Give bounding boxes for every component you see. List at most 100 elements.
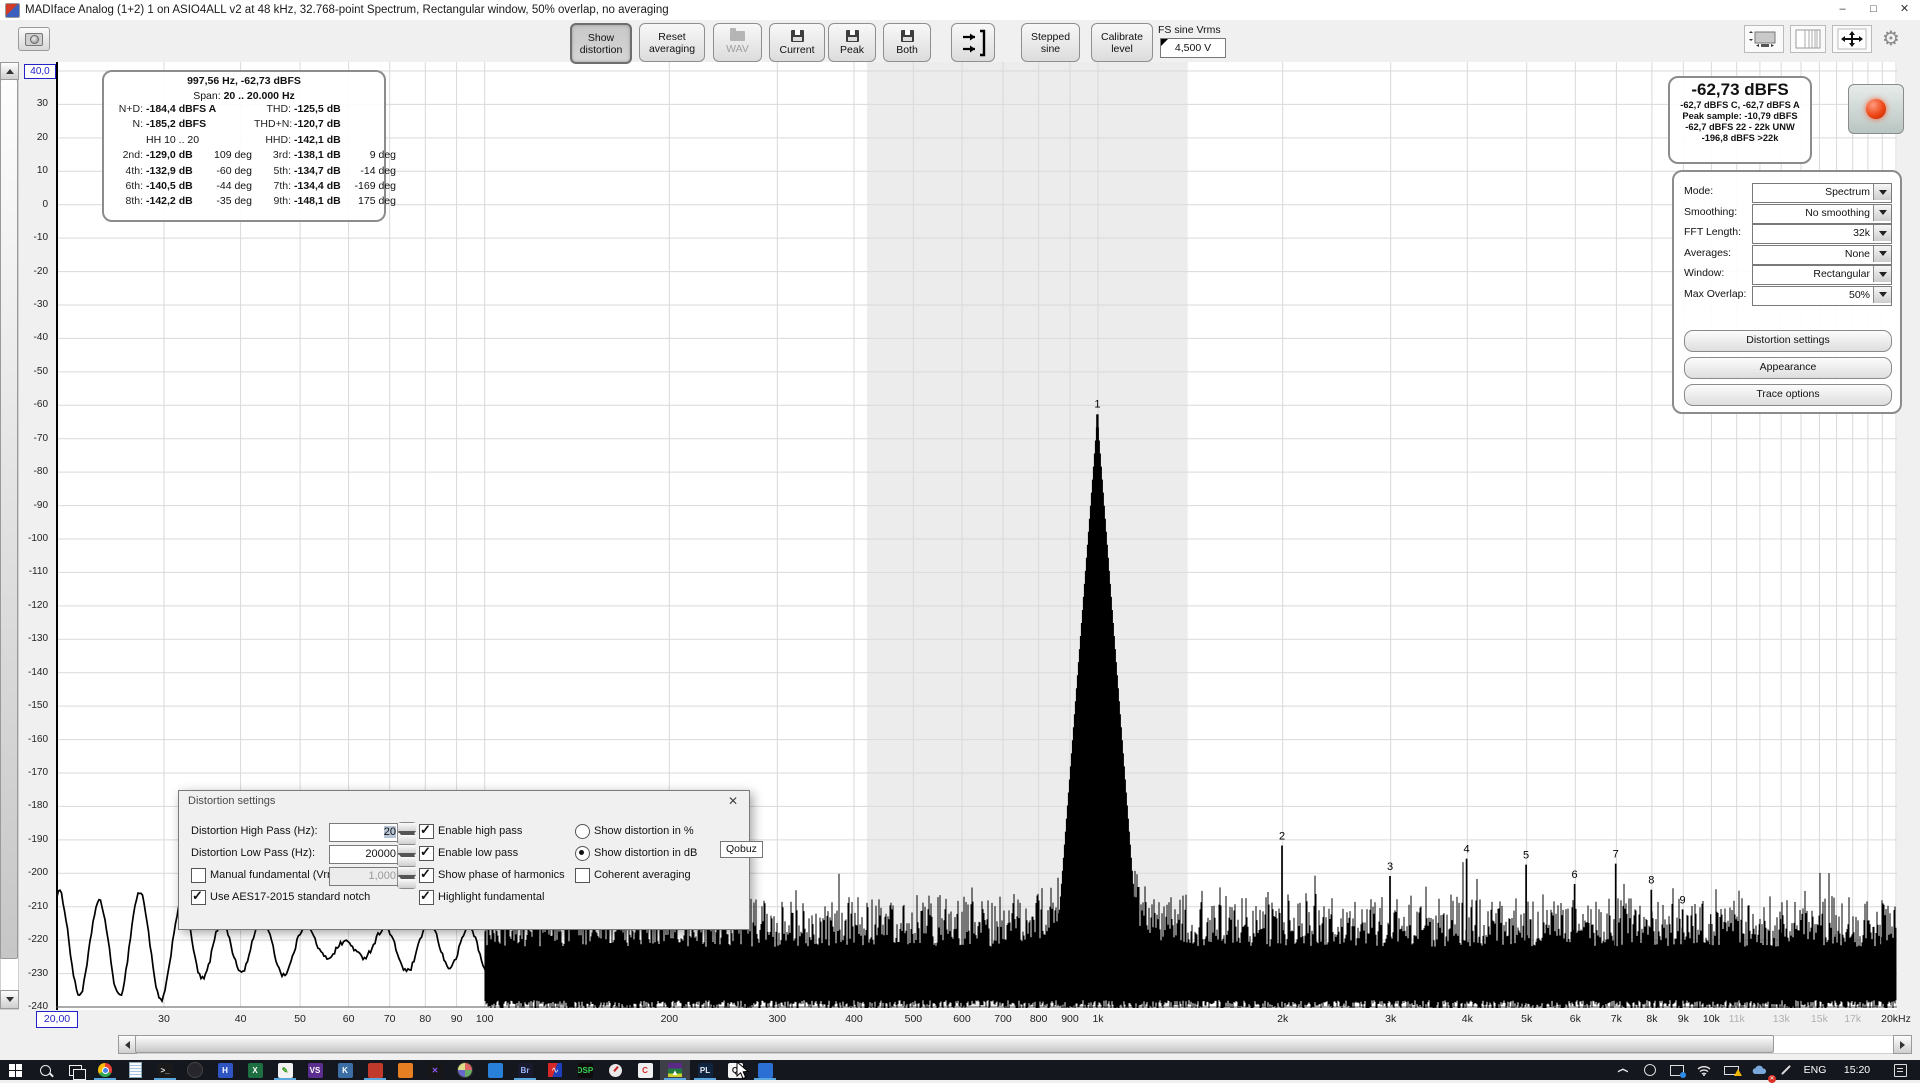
notifications-icon[interactable]	[1886, 1060, 1914, 1080]
search-icon	[40, 1065, 51, 1076]
taskbar-item-notepad[interactable]	[120, 1060, 150, 1080]
taskbar-item-task-view[interactable]	[60, 1060, 90, 1080]
close-button[interactable]: ✕	[1889, 0, 1920, 20]
appearance-button[interactable]: Appearance	[1684, 357, 1892, 379]
taskbar-item-installer[interactable]	[390, 1060, 420, 1080]
stepped-sine-button[interactable]: Steppedsine	[1021, 23, 1080, 62]
taskbar-item-github[interactable]	[180, 1060, 210, 1080]
stat-cell: -134,4 dB	[294, 179, 354, 194]
taskbar-item-visual-studio[interactable]: VS	[300, 1060, 330, 1080]
y-tick-label: -60	[14, 399, 48, 410]
save-peak-button[interactable]: Peak	[828, 23, 876, 62]
cloud-error-icon[interactable]: ✕	[1746, 1060, 1772, 1080]
taskbar-item-dsp-tool[interactable]: DSP	[570, 1060, 600, 1080]
scroll-down-button[interactable]	[0, 990, 19, 1009]
taskbar-item-text-editor[interactable]: ✎	[270, 1060, 300, 1080]
taskbar-item-excel[interactable]: X	[240, 1060, 270, 1080]
people-icon[interactable]	[1638, 1060, 1662, 1080]
manual-fundamental-field[interactable]: 1,000	[329, 867, 400, 886]
scroll-right-button[interactable]	[1893, 1035, 1912, 1054]
y-axis-max-field[interactable]: 40,0	[24, 64, 56, 79]
hidden-icons-chevron[interactable]: ❭	[1612, 1060, 1634, 1080]
taskbar-item-palette[interactable]	[450, 1060, 480, 1080]
dropdown-averages[interactable]: None	[1752, 245, 1892, 265]
chevron-down-icon[interactable]	[1873, 287, 1891, 303]
screen-share-icon[interactable]	[1664, 1060, 1690, 1080]
taskbar-item-rew-spectrum[interactable]: ▲	[660, 1060, 690, 1080]
x-tick-label: 3k	[1385, 1013, 1396, 1025]
taskbar-item-disk-utility[interactable]: H	[210, 1060, 240, 1080]
taskbar-item-devices[interactable]	[480, 1060, 510, 1080]
reset-averaging-button[interactable]: Resetaveraging	[639, 23, 705, 62]
excel-icon: X	[248, 1063, 263, 1078]
maximize-button[interactable]: □	[1858, 0, 1889, 20]
taskbar-item-pl-tool[interactable]: PL	[690, 1060, 720, 1080]
pen-icon[interactable]	[1774, 1060, 1798, 1080]
pan-arrows-icon[interactable]	[1832, 25, 1872, 53]
manual-fundamental-checkbox[interactable]	[191, 868, 206, 883]
coherent-averaging-checkbox[interactable]	[575, 868, 590, 883]
chevron-down-icon[interactable]	[1873, 205, 1891, 221]
minimize-button[interactable]: –	[1827, 0, 1858, 20]
taskbar-item-purple-x[interactable]: ✕	[420, 1060, 450, 1080]
save-both-button[interactable]: Both	[883, 23, 931, 62]
battery-warning-icon[interactable]	[1718, 1060, 1744, 1080]
save-current-button[interactable]: Current	[769, 23, 825, 62]
low-pass-stepper[interactable]	[397, 845, 409, 864]
wifi-icon[interactable]	[1692, 1060, 1716, 1080]
clock[interactable]: 15:20	[1836, 1060, 1878, 1080]
settings-gear-icon[interactable]: ⚙	[1876, 25, 1906, 51]
taskbar-item-adobe-bridge[interactable]: Br	[510, 1060, 540, 1080]
taskbar-item-audio-waveform[interactable]: ∿	[540, 1060, 570, 1080]
show-distortion-db-radio[interactable]	[575, 846, 590, 861]
high-pass-stepper[interactable]	[397, 823, 409, 842]
dialog-close-button[interactable]: ✕	[719, 792, 747, 812]
taskbar-item-window-app[interactable]	[750, 1060, 780, 1080]
chevron-down-icon[interactable]	[1873, 225, 1891, 241]
chevron-down-icon[interactable]	[1873, 246, 1891, 262]
dropdown-window[interactable]: Rectangular	[1752, 265, 1892, 285]
display-scale-icon[interactable]	[1744, 25, 1784, 53]
record-button[interactable]	[1848, 84, 1904, 134]
language-indicator[interactable]: ENG	[1798, 1060, 1832, 1080]
dropdown-mode[interactable]: Spectrum	[1752, 183, 1892, 203]
taskbar-item-red-utility[interactable]	[360, 1060, 390, 1080]
screenshot-button[interactable]	[18, 27, 50, 51]
band-display-icon[interactable]	[1790, 25, 1826, 53]
enable-low-pass-checkbox[interactable]	[419, 846, 434, 861]
high-pass-field[interactable]: 20	[329, 823, 400, 842]
taskbar-item-chrome[interactable]	[90, 1060, 120, 1080]
dialog-title-bar[interactable]: Distortion settings	[179, 791, 749, 813]
aes17-notch-checkbox[interactable]	[191, 890, 206, 905]
enable-high-pass-checkbox[interactable]	[419, 824, 434, 839]
show-distortion-percent-radio[interactable]	[575, 824, 590, 839]
highlight-fundamental-checkbox[interactable]	[419, 890, 434, 905]
distortion-settings-button[interactable]: Distortion settings	[1684, 330, 1892, 352]
vertical-scroll-thumb[interactable]	[0, 79, 18, 959]
taskbar-item-terminal[interactable]: >_	[150, 1060, 180, 1080]
chevron-down-icon[interactable]	[1873, 184, 1891, 200]
calibrate-level-button[interactable]: Calibratelevel	[1091, 23, 1153, 62]
loopback-toggle-button[interactable]	[951, 23, 995, 62]
start-button[interactable]	[0, 1060, 30, 1080]
taskbar-item-keepass[interactable]: K	[330, 1060, 360, 1080]
dropdown-fftlength[interactable]: 32k	[1752, 224, 1892, 244]
taskbar-item-search[interactable]	[30, 1060, 60, 1080]
horizontal-scroll-thumb[interactable]	[135, 1035, 1774, 1053]
wav-save-button[interactable]: WAV	[713, 23, 762, 62]
y-tick-label: -220	[14, 934, 48, 945]
fs-sine-value-field[interactable]: 4,500 V	[1160, 38, 1226, 58]
taskbar-item-gauge-tool[interactable]	[600, 1060, 630, 1080]
taskbar-item-c-tool[interactable]: C	[630, 1060, 660, 1080]
show-distortion-button[interactable]: Showdistortion	[570, 23, 632, 64]
dropdown-smoothing[interactable]: No smoothing	[1752, 204, 1892, 224]
low-pass-field[interactable]: 20000	[329, 845, 400, 864]
stat-cell: -134,7 dB	[294, 164, 354, 179]
chevron-down-icon[interactable]	[1873, 266, 1891, 282]
x-axis-min-field[interactable]: 20,00	[36, 1011, 78, 1028]
scroll-up-button[interactable]	[0, 62, 19, 80]
dropdown-maxoverlap[interactable]: 50%	[1752, 286, 1892, 306]
trace-options-button[interactable]: Trace options	[1684, 384, 1892, 406]
show-phase-checkbox[interactable]	[419, 868, 434, 883]
manual-fundamental-stepper[interactable]	[397, 867, 409, 886]
